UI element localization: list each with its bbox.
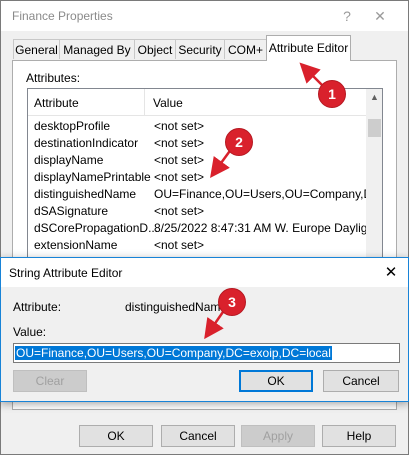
annotation-arrows	[204, 62, 323, 340]
annotation-marker-1: 1	[318, 80, 346, 108]
annotation-marker-3: 3	[218, 288, 246, 316]
arrow-1	[299, 62, 323, 86]
annotation-marker-2: 2	[225, 128, 253, 156]
